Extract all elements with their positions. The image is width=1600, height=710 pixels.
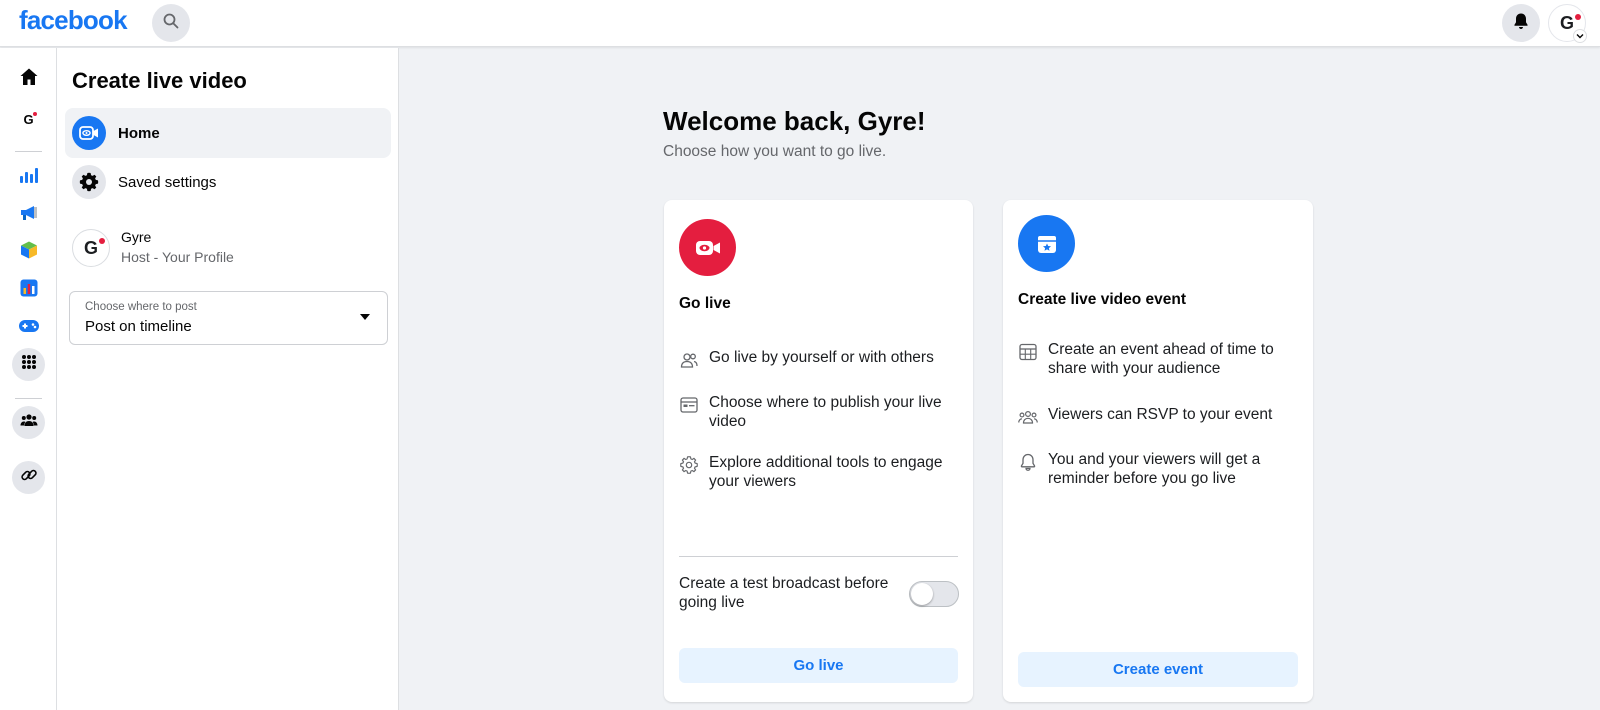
go-live-card: Go live Go live by yourself or with othe… bbox=[664, 200, 973, 702]
feature-text: Choose where to publish your live video bbox=[709, 394, 942, 430]
groups-icon bbox=[20, 413, 38, 432]
event-calendar-icon bbox=[1018, 215, 1075, 272]
live-video-icon bbox=[72, 116, 106, 150]
search-button[interactable] bbox=[152, 4, 190, 42]
go-live-feature: Choose where to publish your live video bbox=[679, 393, 958, 431]
welcome-subtitle: Choose how you want to go live. bbox=[663, 143, 887, 160]
account-avatar[interactable]: G bbox=[1548, 4, 1587, 43]
panel-title: Create live video bbox=[72, 68, 247, 93]
gear-icon bbox=[72, 165, 106, 199]
profile-role: Host - Your Profile bbox=[121, 249, 234, 265]
rail-chart-app[interactable] bbox=[12, 274, 45, 307]
rail-ads[interactable] bbox=[12, 199, 45, 232]
caret-down-icon bbox=[360, 314, 370, 320]
gaming-icon bbox=[18, 319, 40, 338]
bell-outline-icon bbox=[1018, 452, 1038, 472]
profile-avatar: G bbox=[72, 229, 110, 267]
test-broadcast-label: Create a test broadcast before going liv… bbox=[679, 575, 889, 611]
go-live-feature: Go live by yourself or with others bbox=[679, 348, 958, 370]
feature-text: Go live by yourself or with others bbox=[709, 349, 934, 366]
top-navigation-bar: facebook G bbox=[0, 0, 1600, 47]
event-feature: You and your viewers will get a reminder… bbox=[1018, 450, 1298, 488]
card-divider bbox=[679, 556, 958, 557]
rail-box[interactable] bbox=[12, 236, 45, 269]
create-event-button[interactable]: Create event bbox=[1018, 652, 1298, 687]
calendar-grid-icon bbox=[1018, 342, 1038, 362]
people-icon bbox=[679, 350, 699, 370]
select-label: Choose where to post bbox=[85, 301, 197, 313]
create-live-panel: Create live video Home Saved settings G … bbox=[57, 48, 399, 710]
profile-avatar-letter: G bbox=[83, 237, 98, 258]
gear-outline-icon bbox=[679, 455, 699, 475]
search-icon bbox=[163, 13, 179, 34]
feature-text: You and your viewers will get a reminder… bbox=[1048, 451, 1261, 487]
rail-gaming[interactable] bbox=[12, 312, 45, 345]
window-icon bbox=[679, 395, 699, 415]
test-broadcast-toggle[interactable] bbox=[909, 581, 959, 607]
box-icon bbox=[19, 240, 39, 265]
rail-page-avatar[interactable]: G bbox=[12, 103, 45, 136]
event-feature: Viewers can RSVP to your event bbox=[1018, 405, 1298, 427]
rail-all-tools[interactable] bbox=[12, 348, 45, 381]
feature-text: Explore additional tools to engage your … bbox=[709, 454, 943, 490]
create-event-title: Create live video event bbox=[1018, 291, 1186, 308]
profile-avatar-dot bbox=[99, 238, 105, 244]
page-avatar-dot bbox=[33, 112, 37, 116]
grid-menu-icon bbox=[21, 354, 37, 375]
nav-item-home[interactable]: Home bbox=[65, 108, 391, 158]
live-camera-icon bbox=[679, 219, 736, 276]
event-feature: Create an event ahead of time to share w… bbox=[1018, 340, 1298, 378]
welcome-heading: Welcome back, Gyre! bbox=[663, 106, 926, 136]
go-live-button[interactable]: Go live bbox=[679, 648, 958, 683]
ads-icon bbox=[19, 204, 39, 227]
insights-icon bbox=[19, 166, 39, 189]
rail-insights[interactable] bbox=[12, 161, 45, 194]
bell-icon bbox=[1512, 12, 1530, 35]
post-destination-select[interactable]: Choose where to post Post on timeline bbox=[69, 291, 388, 345]
avatar-letter: G bbox=[1559, 12, 1574, 33]
group-icon bbox=[1018, 407, 1038, 427]
toggle-knob bbox=[911, 583, 933, 605]
account-menu-chevron[interactable] bbox=[1573, 29, 1587, 43]
go-live-feature: Explore additional tools to engage your … bbox=[679, 453, 958, 491]
nav-label-saved-settings: Saved settings bbox=[118, 173, 217, 191]
host-profile[interactable]: G Gyre Host - Your Profile bbox=[72, 228, 234, 268]
feature-text: Viewers can RSVP to your event bbox=[1048, 406, 1273, 423]
nav-label-home: Home bbox=[118, 124, 160, 142]
rail-link[interactable] bbox=[12, 461, 45, 494]
profile-name: Gyre bbox=[121, 229, 152, 245]
notifications-button[interactable] bbox=[1502, 4, 1540, 42]
go-live-title: Go live bbox=[679, 295, 731, 312]
feature-text: Create an event ahead of time to share w… bbox=[1048, 341, 1274, 377]
home-icon bbox=[19, 67, 39, 92]
select-value: Post on timeline bbox=[85, 318, 192, 335]
avatar-dot bbox=[1575, 14, 1581, 20]
facebook-logo[interactable]: facebook bbox=[19, 5, 128, 36]
left-icon-rail: G bbox=[0, 48, 57, 710]
rail-home[interactable] bbox=[12, 63, 45, 96]
rail-groups[interactable] bbox=[12, 406, 45, 439]
create-event-card: Create live video event Create an event … bbox=[1003, 200, 1313, 702]
chart-app-icon bbox=[20, 279, 38, 302]
nav-item-saved-settings[interactable]: Saved settings bbox=[65, 157, 391, 207]
rail-divider bbox=[15, 151, 42, 152]
rail-divider bbox=[15, 398, 42, 399]
link-icon bbox=[20, 466, 38, 489]
